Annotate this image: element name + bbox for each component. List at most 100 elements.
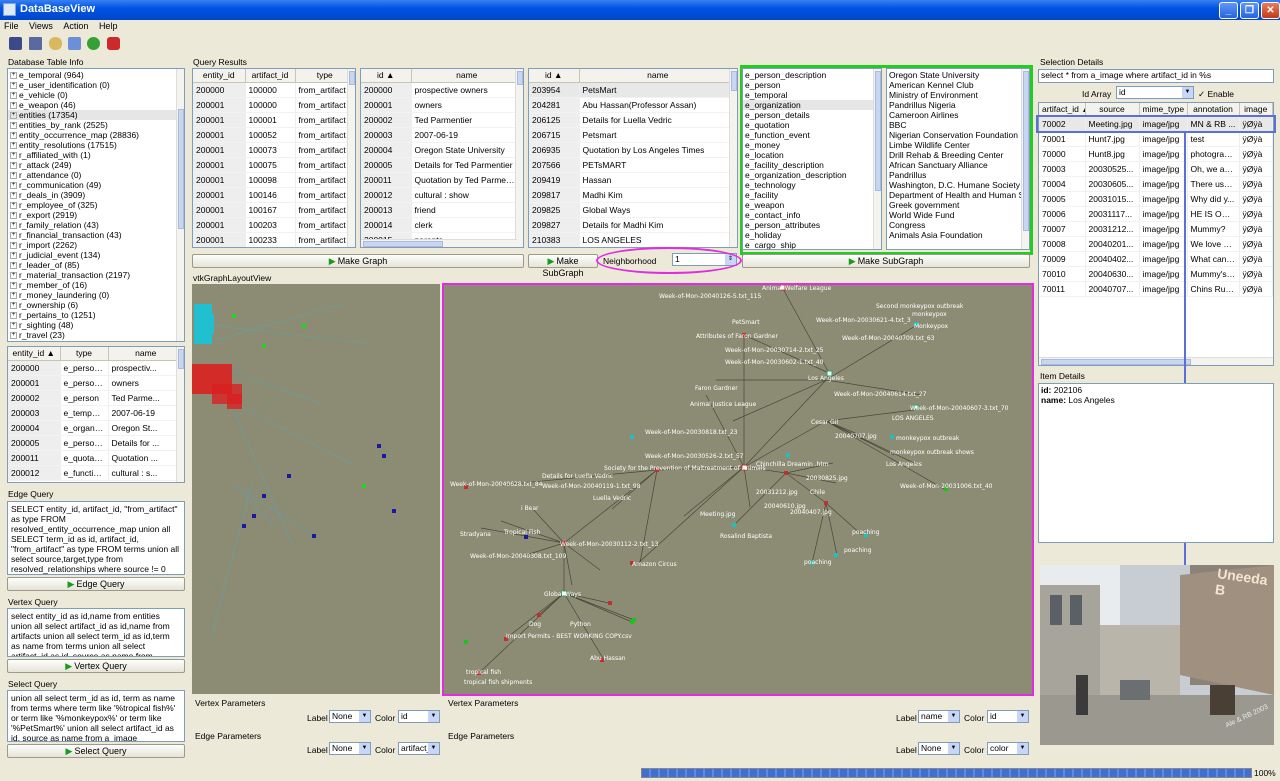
expand-icon[interactable]: + xyxy=(10,292,17,300)
db-table-item[interactable]: + r_export (2919) xyxy=(8,210,184,220)
graph-node-label[interactable]: Week-of-Mon-20030714-2.txt_25 xyxy=(725,347,823,354)
vertex-query-button[interactable]: ▶ Vertex Query xyxy=(7,659,185,673)
expand-icon[interactable]: + xyxy=(10,72,17,80)
col-header-artifact-id[interactable]: artifact_id xyxy=(245,69,296,83)
table-row[interactable]: 200002 e_person Ted Parme... xyxy=(8,390,184,406)
graph-node-label[interactable]: Rosalind Baptista xyxy=(720,533,772,540)
db-table-item[interactable]: + r_affiliated_with (1) xyxy=(8,150,184,160)
graph-node-label[interactable]: Chile xyxy=(810,489,825,496)
graph-node-label[interactable]: 20031212.jpg xyxy=(756,489,798,496)
table-row[interactable]: 200001 owners xyxy=(361,97,523,113)
graph-node-label[interactable]: Faron Gardner xyxy=(695,385,738,392)
table-row[interactable]: 70007 20031212... image/jpg Mummy? ÿØÿà xyxy=(1039,221,1273,237)
expand-icon[interactable]: + xyxy=(10,232,17,240)
db-table-item[interactable]: + r_judicial_event (134) xyxy=(8,250,184,260)
table-row[interactable]: 200001 100075 from_artifact xyxy=(193,157,355,173)
graph-node-label[interactable]: Week-of-Mon-20040607-3.txt_70 xyxy=(910,405,1008,412)
table-row[interactable]: 70004 20030605... image/jpg There used... ÿØ… xyxy=(1039,176,1273,192)
table-row[interactable]: 200012 cultural : show xyxy=(361,187,523,203)
table-row[interactable]: 200001 100073 from_artifact xyxy=(193,142,355,158)
graph-node-label[interactable]: tropical fish shipments xyxy=(464,679,532,686)
entity-col-header-name[interactable]: name xyxy=(108,347,184,361)
vertex-query-text[interactable]: select entity_id as id,name from entitie… xyxy=(7,608,185,657)
table-row[interactable]: 206125 Details for Luella Vedric xyxy=(529,112,737,128)
table-row[interactable]: 203954 PetsMart xyxy=(529,82,737,98)
col-header-entity-id[interactable]: entity_id xyxy=(193,69,246,83)
graph-node-label[interactable]: Week-of-Mon-20031006.txt_40 xyxy=(900,483,993,490)
db-table-item[interactable]: + r_pertains_to (1251) xyxy=(8,310,184,320)
table-row[interactable]: 70006 20031117... image/jpg HE IS OUR... ÿØÿ… xyxy=(1039,206,1273,222)
maximize-button[interactable]: ❐ xyxy=(1240,2,1259,19)
list-item[interactable]: e_holiday xyxy=(743,230,881,240)
expand-icon[interactable]: + xyxy=(10,182,17,190)
table-row[interactable]: 70003 20030525... image/jpg Oh, we are... ÿØ… xyxy=(1039,161,1273,177)
list-item[interactable]: BBC xyxy=(887,120,1029,130)
select-query-text[interactable]: union all select term_id as id, term as … xyxy=(7,690,185,742)
list-item[interactable]: e_money xyxy=(743,140,881,150)
graph-node-label[interactable]: Society for the Prevention of Maltreatme… xyxy=(604,465,766,472)
edge-query-text[interactable]: SELECT entity_id, artifact_id, "from_art… xyxy=(7,501,185,575)
graph-node-label[interactable]: Second monkeypox outbreak xyxy=(876,303,963,310)
col-header-id-2[interactable]: id ▲ xyxy=(529,69,580,83)
table-row[interactable]: 209419 Hassan xyxy=(529,172,737,188)
list-item[interactable]: Oregon State University xyxy=(887,70,1029,80)
col-header-name-2[interactable]: name xyxy=(579,69,737,83)
graph-node-label[interactable]: Week-of-Mon-20040119-1.txt_98 xyxy=(542,483,640,490)
table-row[interactable]: 200000 prospective owners xyxy=(361,82,523,98)
graph-node-label[interactable]: LOS ANGELES xyxy=(892,415,934,422)
db-table-item[interactable]: + r_leader_of (85) xyxy=(8,260,184,270)
list-item[interactable]: Department of Health and Human Se xyxy=(887,190,1029,200)
list-item[interactable]: American Kennel Club xyxy=(887,80,1029,90)
expand-icon[interactable]: + xyxy=(10,282,17,290)
col-header-id[interactable]: id ▲ xyxy=(361,69,412,83)
list-item[interactable]: Washington, D.C. Humane Society xyxy=(887,180,1029,190)
subgraph-canvas[interactable]: Week-of-Mon-20040126-5.txt_115 PetSmart At… xyxy=(444,285,1032,694)
expand-icon[interactable]: + xyxy=(10,92,17,100)
table-row[interactable]: 207566 PETsMART xyxy=(529,157,737,173)
db-table-item[interactable]: + r_material_transaction (2197) xyxy=(8,270,184,280)
list-item[interactable]: e_organization xyxy=(743,100,881,110)
graph-node-label[interactable]: 20030825.jpg xyxy=(806,475,848,482)
list-item[interactable]: e_person xyxy=(743,80,881,90)
list-item[interactable]: e_technology xyxy=(743,180,881,190)
edge-label-select[interactable]: None ▼ xyxy=(329,742,371,755)
close-button[interactable]: ✕ xyxy=(1261,2,1280,19)
graph-node-label[interactable]: Amazon Circus xyxy=(632,561,677,568)
list-item[interactable]: e_function_event xyxy=(743,130,881,140)
db-table-item[interactable]: + entity_resolutions (17515) xyxy=(8,140,184,150)
vertex-label-select-2[interactable]: name ▼ xyxy=(918,710,960,723)
expand-icon[interactable]: + xyxy=(10,262,17,270)
graph-node-label[interactable]: Week-of-Mon-20030602-1.txt_40 xyxy=(725,359,823,366)
edge-color-select[interactable]: artifact_ ▼ xyxy=(398,742,440,755)
type-list[interactable]: e_person_description e_person e_temporal e_… xyxy=(742,68,882,250)
table-row[interactable]: 70001 Hunt7.jpg image/jpg test ÿØÿà xyxy=(1039,131,1273,147)
table-row[interactable]: 200004 Oregon State University xyxy=(361,142,523,158)
table-row[interactable]: 200001 100000 from_artifact xyxy=(193,97,355,113)
graph-node-label[interactable]: Python xyxy=(570,621,591,628)
list-item[interactable]: e_contact_info xyxy=(743,210,881,220)
graph-node-label[interactable]: Meeting.jpg xyxy=(700,511,735,518)
list-item[interactable]: Cameroon Airlines xyxy=(887,110,1029,120)
table-row[interactable]: 200001 100001 from_artifact xyxy=(193,112,355,128)
graph-node-label[interactable]: Global Ways xyxy=(544,591,581,598)
selection-table[interactable]: artifact_id ▲ source mime_type annotatio… xyxy=(1038,102,1274,366)
table-row[interactable]: 200004 e_organiza... Oregon St... xyxy=(8,420,184,436)
dropdown-arrow-icon[interactable]: ▼ xyxy=(1017,711,1028,722)
expand-icon[interactable]: + xyxy=(10,152,17,160)
graph-node-label[interactable]: Chinchilla Dreamin .htm xyxy=(756,461,829,468)
list-item[interactable]: Congress xyxy=(887,220,1029,230)
table-row[interactable]: 200001 100098 from_artifact xyxy=(193,172,355,188)
list-item[interactable]: Pandrillus Nigeria xyxy=(887,100,1029,110)
list-item[interactable]: Nigerian Conservation Foundation xyxy=(887,130,1029,140)
expand-icon[interactable]: + xyxy=(10,202,17,210)
graph-node-label[interactable]: poaching xyxy=(852,529,880,536)
graph-node-label[interactable]: 20040407.jpg xyxy=(790,509,832,516)
db-table-item[interactable]: + r_communication (49) xyxy=(8,180,184,190)
list-item[interactable]: Ministry of Environment xyxy=(887,90,1029,100)
name-list[interactable]: Oregon State University American Kennel C… xyxy=(886,68,1030,250)
db-table-item[interactable]: + entities (17354) xyxy=(8,110,184,120)
table-row[interactable]: 200000 e_person_... prospectiv... xyxy=(8,360,184,376)
graph-node-label[interactable]: i Bear xyxy=(521,505,539,512)
graph-node-label[interactable]: poaching xyxy=(804,559,832,566)
col-header-type[interactable]: type xyxy=(295,69,355,83)
